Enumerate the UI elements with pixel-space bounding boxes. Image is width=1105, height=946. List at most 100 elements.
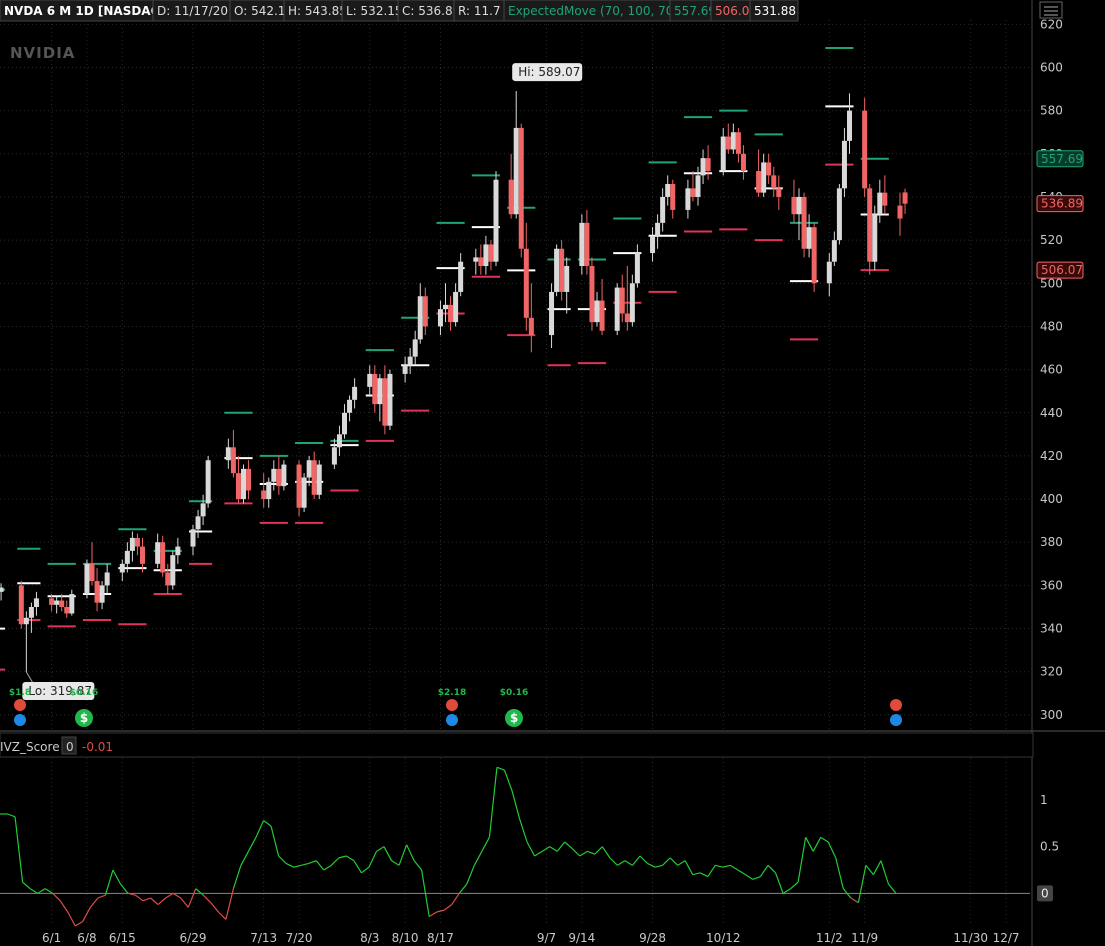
candle-body[interactable] (695, 175, 701, 197)
candle-body[interactable] (902, 192, 908, 204)
candle-body[interactable] (347, 399, 353, 413)
candle-body[interactable] (18, 585, 24, 625)
candle-body[interactable] (670, 184, 676, 210)
candle-body[interactable] (650, 235, 656, 254)
candle-body[interactable] (246, 468, 252, 491)
candle-body[interactable] (700, 158, 706, 176)
candle-body[interactable] (528, 317, 534, 336)
candle-body[interactable] (549, 291, 555, 336)
candle-body[interactable] (119, 563, 125, 573)
price-chart[interactable]: 3003203403603804004204404604805005205405… (0, 0, 1105, 946)
candle-body[interactable] (417, 296, 423, 340)
candle-body[interactable] (54, 600, 60, 605)
candle-body[interactable] (437, 309, 443, 327)
earnings-phone-icon[interactable] (14, 699, 26, 711)
candle-body[interactable] (594, 300, 600, 323)
candle-body[interactable] (841, 140, 847, 189)
lightbulb-icon[interactable] (446, 714, 458, 726)
candle-body[interactable] (473, 257, 479, 262)
candle-body[interactable] (579, 222, 585, 267)
candle-body[interactable] (655, 222, 661, 236)
candle-body[interactable] (453, 291, 459, 323)
candle-body[interactable] (140, 546, 145, 564)
candle-body[interactable] (614, 287, 620, 331)
candle-body[interactable] (23, 617, 29, 625)
candle-body[interactable] (756, 171, 762, 193)
candle-body[interactable] (735, 132, 741, 154)
candle-body[interactable] (584, 222, 590, 267)
candle-body[interactable] (660, 196, 666, 223)
candle-body[interactable] (266, 481, 272, 500)
candle-body[interactable] (205, 460, 211, 504)
candle-body[interactable] (190, 529, 196, 547)
candle-body[interactable] (230, 447, 236, 474)
candle-body[interactable] (508, 179, 514, 215)
candle-body[interactable] (836, 188, 842, 241)
candle-body[interactable] (367, 373, 373, 387)
candle-body[interactable] (831, 240, 837, 262)
candle-body[interactable] (387, 373, 393, 426)
candle-body[interactable] (730, 132, 736, 150)
candle-body[interactable] (407, 356, 413, 366)
candle-body[interactable] (402, 365, 408, 374)
candle-body[interactable] (443, 304, 448, 310)
candle-body[interactable] (634, 253, 640, 284)
candle-body[interactable] (59, 600, 65, 607)
candle-body[interactable] (94, 581, 100, 603)
candle-body[interactable] (134, 537, 140, 547)
candle-body[interactable] (342, 412, 347, 435)
candle-body[interactable] (296, 464, 302, 508)
candle-body[interactable] (170, 555, 176, 586)
candle-body[interactable] (806, 227, 812, 249)
candle-body[interactable] (776, 188, 782, 197)
candle-body[interactable] (200, 503, 206, 517)
candle-body[interactable] (877, 192, 883, 215)
candle-body[interactable] (306, 460, 312, 478)
candle-body[interactable] (771, 175, 777, 189)
candle-body[interactable] (104, 572, 110, 586)
candle-body[interactable] (235, 473, 241, 500)
candle-body[interactable] (352, 386, 358, 400)
candle-body[interactable] (589, 266, 595, 323)
candle-body[interactable] (448, 304, 454, 323)
candle-body[interactable] (195, 516, 201, 530)
lightbulb-icon[interactable] (890, 714, 902, 726)
candle-body[interactable] (33, 598, 39, 607)
candle-body[interactable] (412, 339, 418, 357)
candle-body[interactable] (518, 127, 524, 249)
candle-body[interactable] (624, 313, 630, 323)
candle-body[interactable] (165, 572, 171, 586)
candle-body[interactable] (564, 266, 570, 292)
candle-body[interactable] (64, 606, 70, 614)
candle-body[interactable] (124, 550, 130, 564)
candle-body[interactable] (872, 214, 878, 262)
candle-body[interactable] (331, 447, 337, 465)
candle-body[interactable] (422, 296, 428, 327)
candle-body[interactable] (261, 490, 267, 500)
candle-body[interactable] (796, 196, 802, 215)
candle-body[interactable] (559, 248, 565, 292)
candle-body[interactable] (99, 585, 105, 603)
candle-body[interactable] (316, 464, 322, 495)
candle-body[interactable] (554, 248, 560, 292)
candle-body[interactable] (241, 468, 246, 500)
candle-body[interactable] (826, 261, 832, 284)
candle-body[interactable] (175, 546, 181, 556)
candle-body[interactable] (665, 184, 671, 197)
candle-body[interactable] (725, 136, 731, 150)
candle-body[interactable] (523, 248, 529, 318)
candle-body[interactable] (740, 153, 746, 172)
candle-body[interactable] (488, 244, 494, 262)
lightbulb-icon[interactable] (14, 714, 26, 726)
candle-body[interactable] (513, 127, 519, 215)
candle-body[interactable] (897, 205, 903, 219)
candle-body[interactable] (599, 300, 605, 331)
candle-body[interactable] (847, 110, 852, 141)
candle-body[interactable] (382, 378, 388, 426)
candle-body[interactable] (271, 468, 277, 482)
study-label[interactable]: ExpectedMove (70, 100, 70) (508, 4, 678, 18)
candle-body[interactable] (155, 542, 161, 564)
candle-body[interactable] (478, 257, 484, 267)
candle-body[interactable] (377, 378, 383, 405)
candle-body[interactable] (766, 162, 772, 176)
